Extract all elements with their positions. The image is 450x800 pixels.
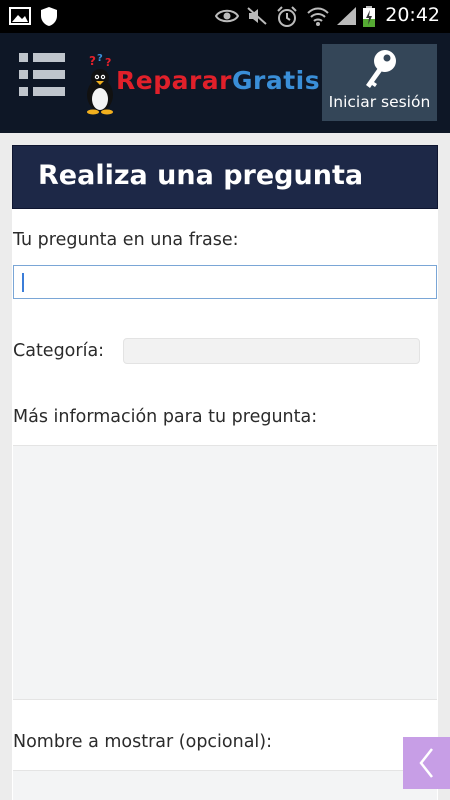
chevron-left-icon — [419, 748, 433, 778]
form-title: Realiza una pregunta — [12, 145, 438, 209]
name-label: Nombre a mostrar (opcional): — [13, 732, 273, 752]
image-icon — [9, 7, 31, 25]
side-drawer-tab[interactable] — [403, 737, 450, 789]
logo-text-gratis: Gratis — [232, 66, 321, 95]
login-label: Iniciar sesión — [328, 93, 431, 111]
svg-text:?: ? — [105, 56, 111, 69]
logo-text: RepararGratis — [116, 66, 320, 95]
site-logo[interactable]: ? ? ? RepararGratis — [82, 51, 320, 115]
svg-text:?: ? — [89, 54, 96, 68]
login-button[interactable]: Iniciar sesión — [322, 44, 437, 121]
eye-icon — [215, 9, 239, 23]
form-title-text: Realiza una pregunta — [38, 160, 364, 191]
text-caret — [22, 273, 24, 292]
mute-icon — [247, 7, 267, 25]
question-label: Tu pregunta en una frase: — [13, 230, 239, 250]
key-icon — [366, 50, 396, 88]
status-time: 20:42 — [385, 4, 440, 26]
shield-icon — [41, 7, 57, 26]
category-select[interactable] — [123, 338, 420, 364]
wifi-icon — [307, 7, 329, 26]
logo-text-reparar: Reparar — [116, 66, 232, 95]
status-bar: 20:42 — [0, 0, 450, 33]
info-textarea[interactable] — [13, 445, 437, 700]
ask-question-form: Realiza una pregunta Tu pregunta en una … — [12, 145, 438, 800]
signal-icon — [337, 7, 356, 25]
battery-charging-icon — [363, 6, 375, 27]
svg-text:?: ? — [97, 53, 103, 64]
list-menu-icon[interactable] — [19, 52, 65, 98]
category-label: Categoría: — [13, 341, 105, 361]
question-input[interactable] — [13, 265, 437, 299]
alarm-icon — [277, 6, 297, 27]
display-name-input[interactable] — [13, 770, 437, 800]
info-label: Más información para tu pregunta: — [13, 407, 318, 427]
app-header: ? ? ? RepararGratis Iniciar sesión — [0, 33, 450, 133]
penguin-icon: ? ? ? — [87, 53, 113, 115]
